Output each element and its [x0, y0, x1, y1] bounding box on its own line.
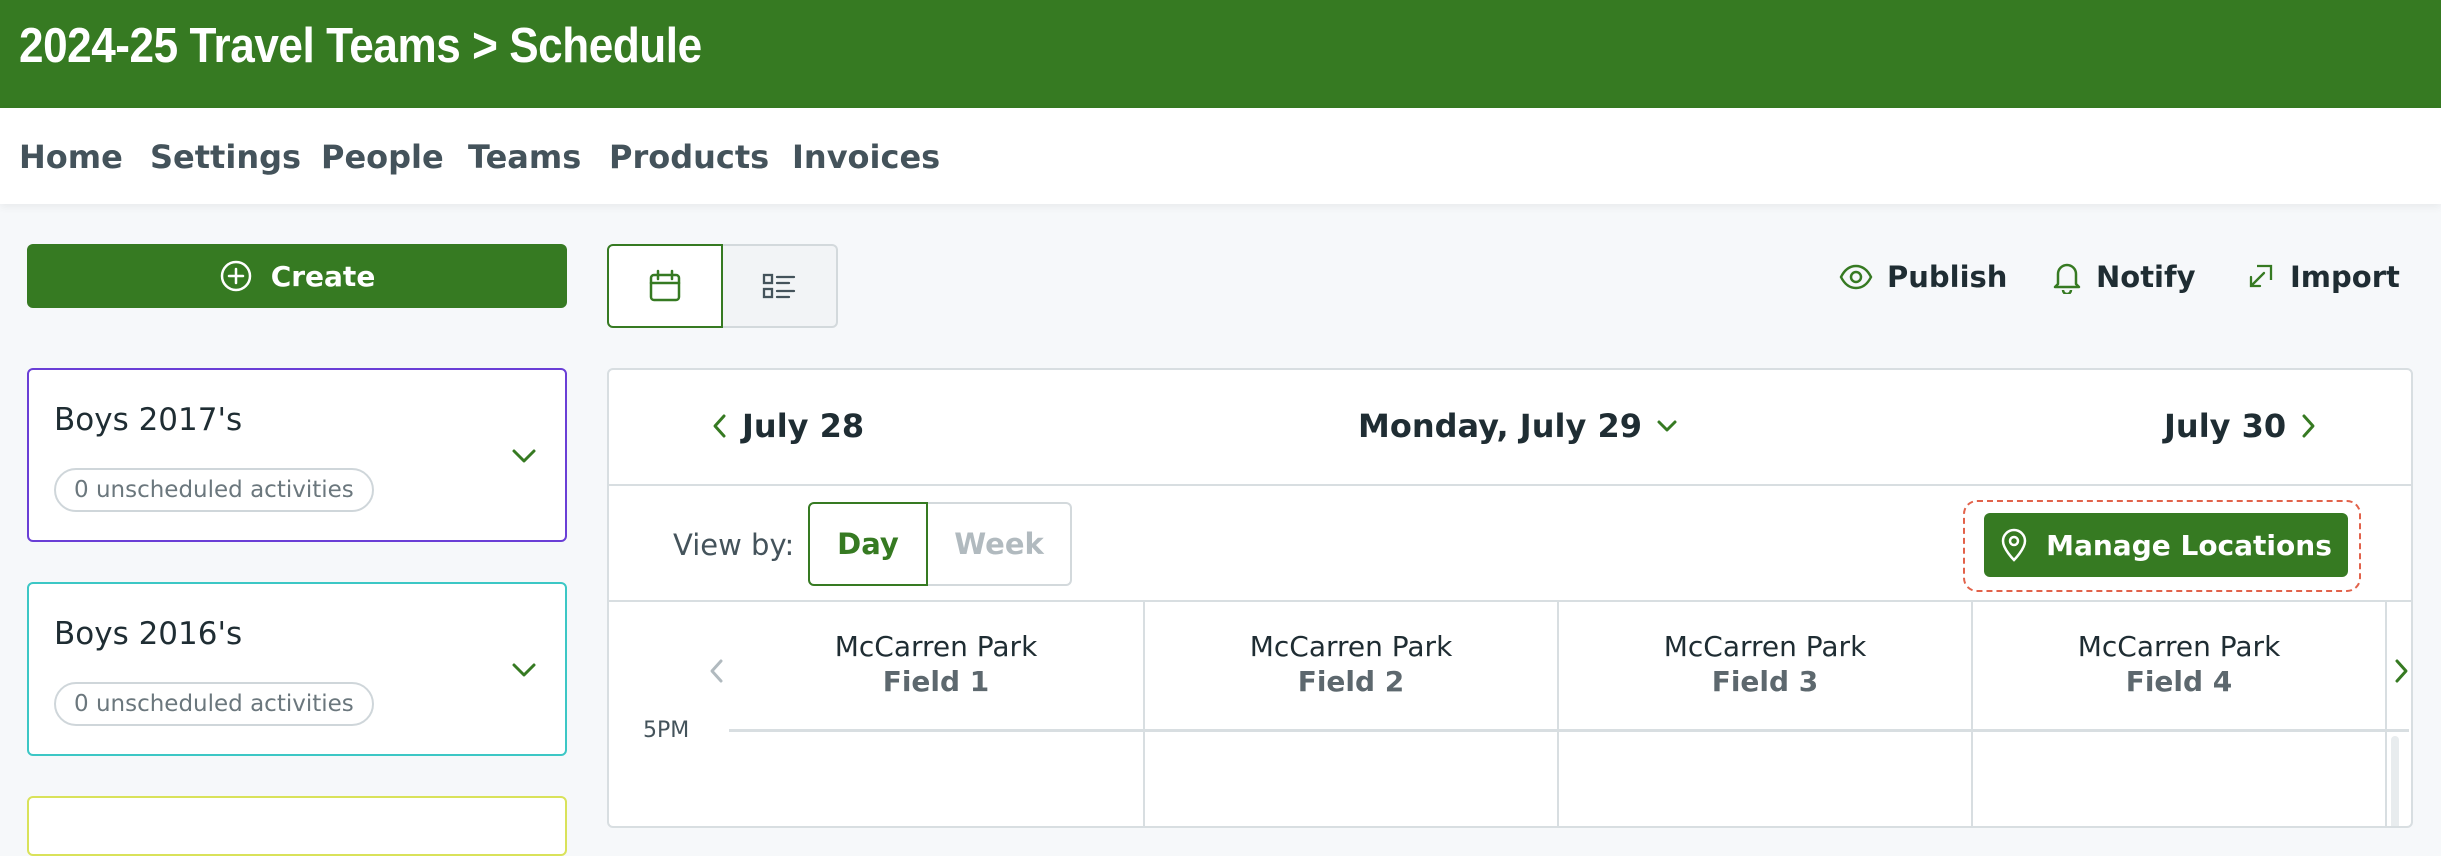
location-park: McCarren Park	[1663, 630, 1867, 663]
chevron-left-icon	[713, 414, 726, 438]
previous-day-label: July 28	[742, 407, 865, 445]
view-by-label: View by:	[673, 528, 795, 562]
chevron-left-icon[interactable]	[709, 658, 725, 684]
next-day-button[interactable]: July 30	[2164, 407, 2316, 445]
create-label: Create	[270, 259, 376, 293]
chevron-down-icon[interactable]	[511, 448, 537, 464]
plus-circle-icon	[220, 260, 251, 292]
location-pin-icon	[2001, 528, 2027, 562]
import-button[interactable]: Import	[2246, 257, 2400, 297]
current-date-dropdown[interactable]: Monday, July 29	[1358, 407, 1678, 445]
team-name: Boys 2016's	[54, 616, 243, 652]
view-by-bar: View by: Day Week Manage Locations	[609, 486, 2411, 602]
publish-label: Publish	[1887, 260, 2008, 294]
next-day-label: July 30	[2164, 407, 2287, 445]
location-field: Field 1	[882, 665, 990, 698]
vertical-scrollbar[interactable]	[2391, 736, 2399, 826]
notify-button[interactable]: Notify	[2052, 257, 2196, 297]
import-icon	[2249, 264, 2273, 288]
team-card-boys-2016[interactable]: Boys 2016's 0 unscheduled activities	[27, 582, 567, 756]
main-nav: Home Settings People Teams Products Invo…	[0, 108, 2441, 204]
list-icon	[763, 273, 796, 299]
nav-people[interactable]: People	[321, 138, 444, 176]
location-field: Field 2	[1297, 665, 1405, 698]
team-card-boys-2017[interactable]: Boys 2017's 0 unscheduled activities	[27, 368, 567, 542]
calendar-icon	[649, 269, 680, 302]
nav-products[interactable]: Products	[609, 138, 769, 176]
nav-settings[interactable]: Settings	[150, 138, 301, 176]
schedule-panel: July 28 Monday, July 29 July 30 View by:…	[607, 368, 2413, 828]
chevron-right-icon	[2302, 414, 2315, 438]
publish-button[interactable]: Publish	[1839, 257, 2007, 297]
previous-day-button[interactable]: July 28	[712, 407, 864, 445]
unscheduled-badge: 0 unscheduled activities	[54, 468, 374, 512]
manage-locations-button[interactable]: Manage Locations	[1984, 513, 2348, 577]
manage-locations-label: Manage Locations	[2046, 528, 2332, 562]
time-label: 5PM	[643, 718, 690, 743]
location-columns: McCarren Park Field 1 McCarren Park Fiel…	[609, 602, 2411, 826]
location-field: Field 3	[1711, 665, 1819, 698]
manage-locations-highlight: Manage Locations	[1963, 500, 2361, 592]
unscheduled-badge: 0 unscheduled activities	[54, 682, 374, 726]
location-park: McCarren Park	[2077, 630, 2281, 663]
nav-teams[interactable]: Teams	[468, 138, 581, 176]
time-gridline	[729, 729, 2409, 732]
page-title: 2024-25 Travel Teams > Schedule	[19, 19, 702, 73]
eye-icon	[1839, 264, 1873, 290]
location-column: McCarren Park Field 4	[1971, 602, 2385, 826]
column-divider	[2385, 602, 2411, 826]
top-bar: 2024-25 Travel Teams > Schedule	[0, 0, 2441, 108]
view-day-button[interactable]: Day	[808, 502, 928, 586]
chevron-down-icon	[1657, 420, 1677, 432]
location-column: McCarren Park Field 1	[729, 602, 1143, 826]
nav-invoices[interactable]: Invoices	[792, 138, 940, 176]
location-park: McCarren Park	[1249, 630, 1453, 663]
list-view-button[interactable]	[722, 244, 838, 328]
location-column: McCarren Park Field 2	[1143, 602, 1557, 826]
date-navigator: July 28 Monday, July 29 July 30	[609, 370, 2411, 486]
view-week-button[interactable]: Week	[928, 502, 1072, 586]
team-name: Boys 2017's	[54, 402, 243, 438]
import-label: Import	[2290, 260, 2400, 294]
bell-icon	[2053, 263, 2081, 294]
team-card-partial[interactable]	[27, 796, 567, 856]
location-field: Field 4	[2125, 665, 2233, 698]
calendar-view-button[interactable]	[607, 244, 723, 328]
chevron-right-icon[interactable]	[2393, 658, 2409, 684]
current-date-label: Monday, July 29	[1358, 407, 1642, 445]
nav-home[interactable]: Home	[19, 138, 123, 176]
chevron-down-icon[interactable]	[511, 662, 537, 678]
location-column: McCarren Park Field 3	[1557, 602, 1971, 826]
view-mode-toggle	[607, 244, 838, 328]
notify-label: Notify	[2096, 260, 2196, 294]
create-button[interactable]: Create	[27, 244, 567, 308]
location-park: McCarren Park	[834, 630, 1038, 663]
